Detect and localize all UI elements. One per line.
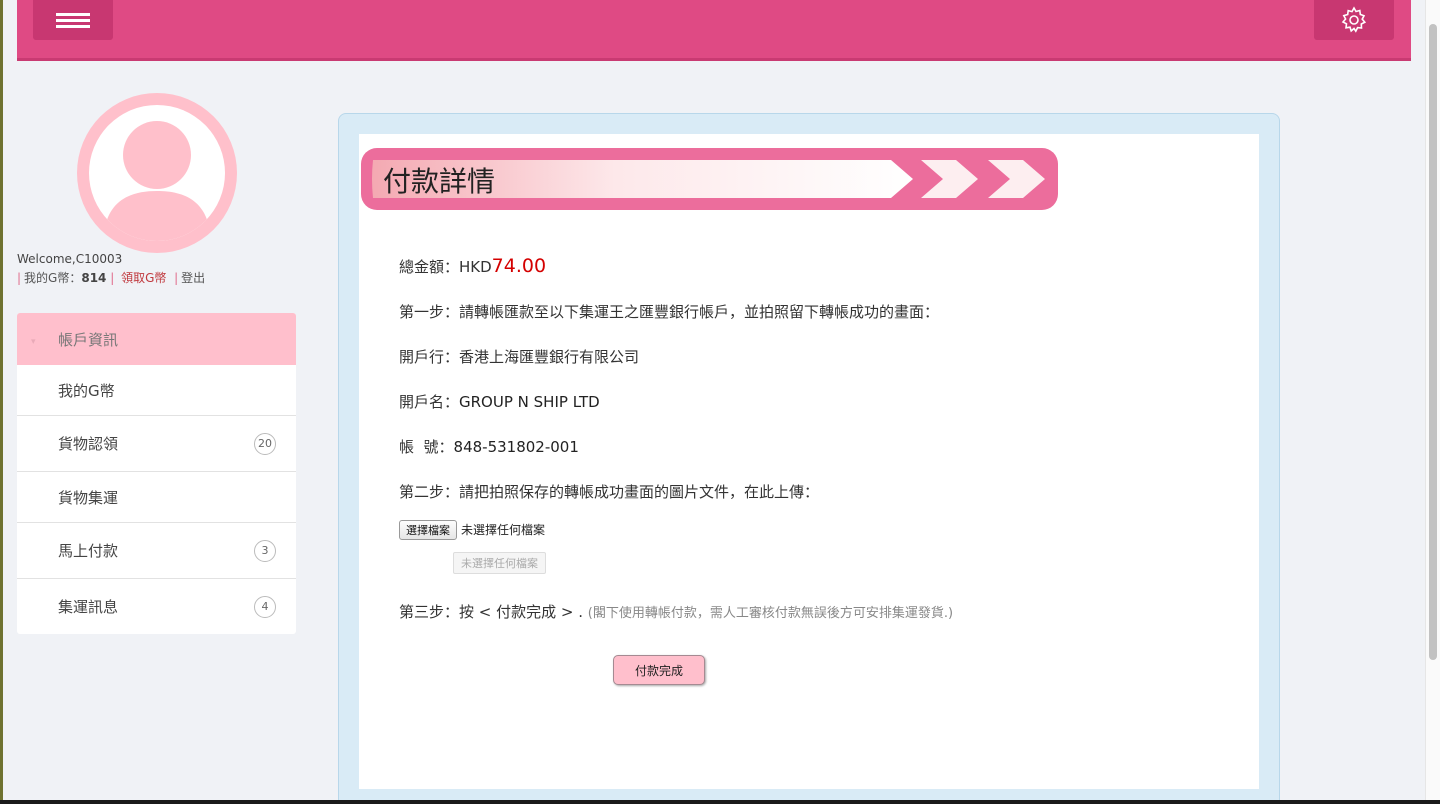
sidebar-item-consolidation[interactable]: 貨物集運 [17, 472, 296, 523]
count-badge: 3 [254, 539, 276, 562]
account-number-row: 帳 號：848-531802-001 [399, 436, 579, 457]
payment-complete-button[interactable]: 付款完成 [613, 655, 705, 685]
account-name-label: 開戶名： [399, 393, 460, 411]
account-number-label: 帳 號： [399, 438, 454, 456]
scrollbar[interactable] [1425, 0, 1440, 804]
total-amount: 74.00 [491, 255, 547, 277]
menu-button[interactable] [33, 0, 113, 40]
coin-line: | 我的G幣：814 | 領取G幣 | 登出 [17, 269, 205, 286]
sidebar-item-label: 我的G幣 [58, 381, 115, 400]
sidebar-item-goods-claim[interactable]: 貨物認領 20 [17, 416, 296, 472]
sidebar-item-label: 馬上付款 [58, 542, 119, 560]
step2-text: 第二步：請把拍照保存的轉帳成功畫面的圖片文件，在此上傳： [399, 483, 820, 501]
bank-name-text: 開戶行：香港上海匯豐銀行有限公司 [399, 348, 640, 366]
sidebar-item-label: 集運訊息 [58, 598, 119, 616]
avatar [77, 93, 237, 253]
sidebar-header[interactable]: ▾ 帳戶資訊 [17, 313, 296, 365]
step3-text: 第三步：按 < 付款完成 > . [399, 603, 583, 621]
sidebar-item-pay-now[interactable]: 馬上付款 3 [17, 523, 296, 579]
avatar-user-icon [89, 105, 225, 241]
separator: | [17, 271, 22, 285]
sidebar-item-label: 貨物認領 [58, 435, 119, 453]
sidebar-item-label: 貨物集運 [58, 488, 119, 507]
page-title: 付款詳情 [383, 165, 496, 198]
welcome-text: Welcome,C10003 [17, 252, 123, 266]
step3-row: 第三步：按 < 付款完成 > . (閣下使用轉帳付款，需人工審核付款無誤後方可安… [399, 601, 953, 622]
coins-label: 我的G幣： [24, 271, 82, 285]
sidebar-header-label: 帳戶資訊 [58, 330, 119, 349]
scrollbar-thumb[interactable] [1429, 24, 1437, 660]
page: Welcome,C10003 | 我的G幣：814 | 領取G幣 | 登出 ▾ 帳戶… [0, 0, 1440, 804]
sidebar-nav: ▾ 帳戶資訊 我的G幣 貨物認領 20 貨物集運 馬上付款 3 集運訊息 4 [17, 313, 296, 634]
account-name-value: GROUP N SHIP LTD [459, 393, 600, 411]
file-status: 未選擇任何檔案 [461, 523, 546, 537]
file-preview-placeholder: 未選擇任何檔案 [453, 552, 546, 574]
hamburger-icon [56, 13, 90, 28]
choose-file-button[interactable]: 選擇檔案 [399, 520, 457, 540]
step3-note: (閣下使用轉帳付款，需人工審核付款無誤後方可安排集運發貨.) [587, 606, 954, 621]
chevron-down-icon: ▾ [31, 337, 36, 347]
payment-details-card: 付款詳情 總金額：HKD74.00 第一步：請轉帳匯款至以下集運王之匯豐銀行帳戶… [359, 134, 1259, 789]
separator: | [110, 271, 115, 285]
total-label: 總金額：HKD [399, 258, 492, 276]
title-banner: 付款詳情 [361, 148, 1058, 210]
account-number-value: 848-531802-001 [453, 438, 579, 456]
coins-value: 814 [81, 271, 107, 285]
account-name-row: 開戶名：GROUP N SHIP LTD [399, 391, 600, 412]
count-badge: 4 [254, 595, 276, 618]
main-panel: 付款詳情 總金額：HKD74.00 第一步：請轉帳匯款至以下集運王之匯豐銀行帳戶… [338, 113, 1280, 804]
separator: | [174, 271, 179, 285]
gear-icon [1341, 6, 1367, 33]
window-edge [0, 0, 3, 804]
step1-text: 第一步：請轉帳匯款至以下集運王之匯豐銀行帳戶，並拍照留下轉帳成功的畫面： [399, 303, 940, 321]
window-bottom-edge [0, 800, 1440, 804]
settings-button[interactable] [1314, 0, 1394, 40]
count-badge: 20 [254, 432, 276, 455]
file-upload: 選擇檔案 未選擇任何檔案 [399, 520, 545, 540]
top-navbar [17, 0, 1411, 61]
sidebar-item-my-coins[interactable]: 我的G幣 [17, 365, 296, 416]
sidebar-item-messages[interactable]: 集運訊息 4 [17, 579, 296, 634]
logout-link[interactable]: 登出 [181, 271, 205, 285]
claim-coins-link[interactable]: 領取G幣 [121, 271, 166, 285]
total-amount-row: 總金額：HKD74.00 [399, 255, 546, 277]
